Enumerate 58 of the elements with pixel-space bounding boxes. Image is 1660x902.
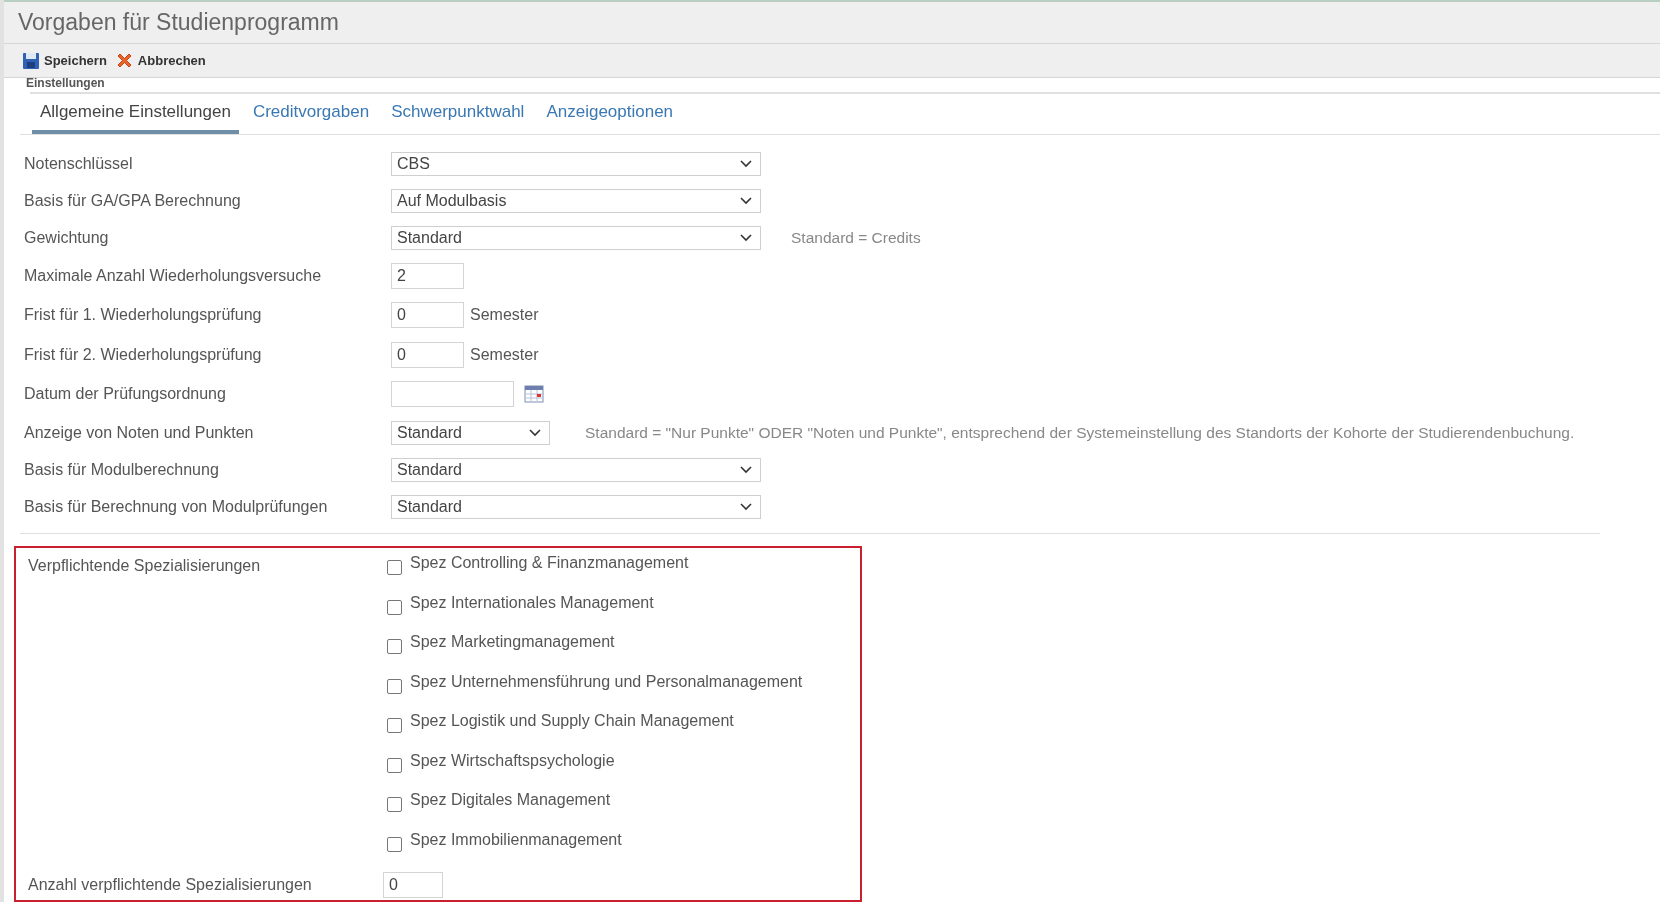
field-label: Notenschlüssel [23,154,134,173]
checkbox[interactable] [387,639,402,654]
chevron-down-icon [529,428,541,437]
date-field[interactable] [391,381,514,408]
field-label: Frist für 2. Wiederholungsprüfung [23,345,263,364]
calendar-icon[interactable] [524,385,544,404]
checkbox-label: Spez Wirtschaftspsychologie [410,751,615,770]
checkbox-label: Spez Internationales Management [410,593,654,612]
checkbox[interactable] [387,678,402,694]
field-label: Basis für Berechnung von Modulprüfungen [23,497,329,516]
number-field[interactable]: 2 [391,262,464,289]
field-label: Maximale Anzahl Wiederholungsversuche [23,266,323,285]
dropdown[interactable]: Standard [391,420,550,445]
unit-label: Semester [470,306,539,325]
checkbox[interactable] [387,599,402,615]
field-label: Datum der Prüfungsordnung [23,385,227,404]
number-field[interactable]: 0 [391,302,464,329]
chevron-down-icon [740,465,752,474]
tab[interactable]: Allgemeine Einstellungen [32,102,239,134]
field-label: Anzeige von Noten und Punkten [23,423,255,442]
chevron-down-icon [740,233,752,242]
checkbox[interactable] [387,757,402,773]
section-title: Einstellungen [25,77,106,88]
cancel-button[interactable]: Abbrechen [114,51,206,71]
checkbox[interactable] [387,560,402,575]
checkbox-label: Spez Digitales Management [410,791,611,809]
tab[interactable]: Anzeigeoptionen [538,102,682,134]
dropdown[interactable]: Auf Modulbasis [391,188,761,213]
checkbox[interactable] [387,718,402,733]
number-field[interactable]: 0 [391,341,464,368]
chevron-down-icon [740,502,752,511]
hint-text: Standard = Credits [791,228,921,247]
unit-label: Semester [470,345,539,364]
checkbox-label: Spez Immobilienmanagement [410,830,622,849]
checkbox[interactable] [387,797,402,812]
hint-text: Standard = "Nur Punkte" ODER "Noten und Punkte", entsprechend der Systemeinstellung des Standorts der Kohorte der Studierendenbuchung. [585,423,1575,442]
chevron-down-icon [740,159,752,168]
window-title: Vorgaben für Studienprogramm [18,9,339,37]
checkbox-label: Spez Unternehmensführung und Personalmanagement [410,672,803,691]
field-label: Basis für Modulberechnung [23,460,220,479]
field-label: Frist für 1. Wiederholungsprüfung [23,306,263,325]
tab[interactable]: Schwerpunktwahl [383,102,533,134]
checkbox-label: Spez Marketingmanagement [410,633,615,651]
chevron-down-icon [740,196,752,205]
save-button[interactable]: Speichern [22,51,107,70]
field-label: Gewichtung [23,228,110,247]
checkbox-label: Spez Logistik und Supply Chain Management [410,712,734,730]
field-label: Verpflichtende Spezialisierungen [27,557,262,575]
number-field[interactable]: 0 [383,872,443,898]
dropdown[interactable]: Standard [391,457,761,482]
field-label: Basis für GA/GPA Berechnung [23,191,242,210]
dropdown[interactable]: Standard [391,494,761,519]
tab[interactable]: Creditvorgaben [244,102,378,134]
dropdown[interactable]: Standard [391,225,761,250]
dropdown[interactable]: CBS [391,151,761,176]
checkbox[interactable] [387,836,402,852]
field-label: Anzahl verpflichtende Spezialisierungen [27,876,313,894]
checkbox-label: Spez Controlling & Finanzmanagement [410,554,689,572]
